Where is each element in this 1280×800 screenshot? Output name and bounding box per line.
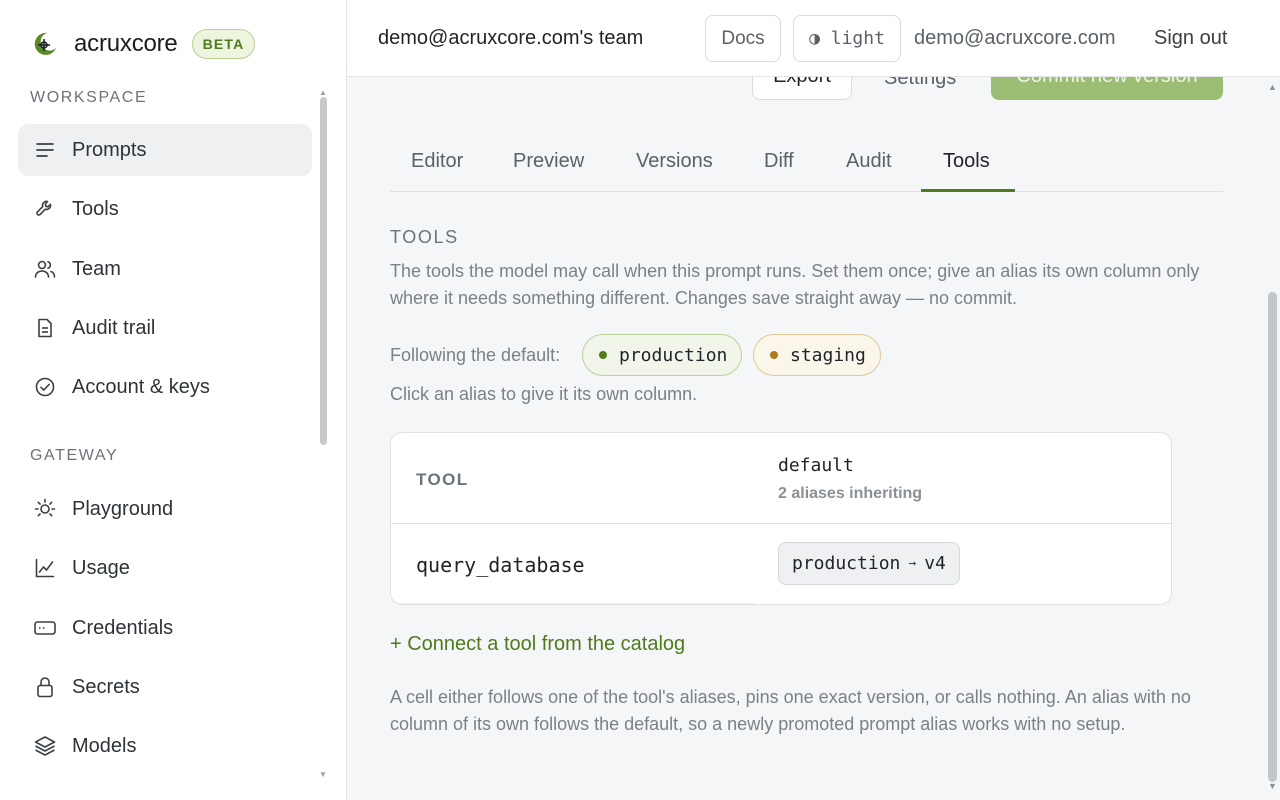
sidebar-item-secrets[interactable]: Secrets xyxy=(18,661,312,713)
arrow-right-icon: → xyxy=(908,556,917,571)
sign-out-link[interactable]: Sign out xyxy=(1154,27,1227,50)
layers-icon xyxy=(18,735,72,757)
column-header-default-subtitle: 2 aliases inheriting xyxy=(778,485,923,502)
connect-tool-link[interactable]: + Connect a tool from the catalog xyxy=(390,633,685,656)
section-label-gateway: GATEWAY xyxy=(30,447,119,464)
status-dot-icon xyxy=(599,351,607,359)
user-email: demo@acruxcore.com xyxy=(914,27,1116,49)
alias-pill-production[interactable]: production xyxy=(582,334,743,376)
tab-editor[interactable]: Editor xyxy=(411,150,463,173)
tab-diff[interactable]: Diff xyxy=(764,150,794,173)
brand[interactable]: acruxcore BETA xyxy=(30,26,256,62)
sidebar-item-label: Team xyxy=(72,257,121,280)
export-button[interactable]: Export xyxy=(752,77,852,100)
lock-icon xyxy=(18,676,72,698)
sidebar-scrollbar[interactable] xyxy=(320,97,327,445)
sidebar-item-label: Credentials xyxy=(72,616,174,639)
sidebar-item-label: Playground xyxy=(72,497,174,520)
active-tab-indicator xyxy=(921,189,1015,192)
row-underline xyxy=(391,603,755,604)
main-scrollbar[interactable] xyxy=(1268,292,1277,782)
picker-alias: production xyxy=(792,553,901,574)
tools-heading: TOOLS xyxy=(390,227,459,247)
sidebar-item-label: Tools xyxy=(72,197,119,220)
sidebar-item-label: Secrets xyxy=(72,675,140,698)
main-scroll-down-icon[interactable]: ▼ xyxy=(1268,781,1277,791)
card-icon xyxy=(18,620,72,636)
tools-table: TOOL default 2 aliases inheriting query_… xyxy=(390,432,1172,605)
column-header-default: default xyxy=(778,455,854,476)
sidebar-scroll-up-icon[interactable]: ▲ xyxy=(319,88,327,97)
alias-hint: Click an alias to give it its own column… xyxy=(390,384,698,404)
list-icon xyxy=(18,140,72,160)
acruxcore-logo-icon xyxy=(30,29,60,59)
status-dot-icon xyxy=(770,351,778,359)
sidebar: acruxcore BETA WORKSPACE Prompts Tools T… xyxy=(0,0,347,800)
sidebar-item-team[interactable]: Team xyxy=(18,243,312,295)
alias-name: production xyxy=(619,344,728,366)
settings-link[interactable]: Settings xyxy=(884,77,956,90)
sidebar-item-playground[interactable]: Playground xyxy=(18,483,312,535)
sidebar-scroll-down-icon[interactable]: ▼ xyxy=(319,770,327,779)
theme-toggle[interactable]: ◑ light xyxy=(793,15,901,62)
section-label-workspace: WORKSPACE xyxy=(30,89,148,106)
users-icon xyxy=(18,259,72,279)
commit-new-version-button[interactable]: Commit new version xyxy=(991,77,1223,100)
following-default-label: Following the default: xyxy=(390,345,561,365)
sidebar-item-label: Prompts xyxy=(72,138,147,161)
tools-footnote: A cell either follows one of the tool's … xyxy=(390,687,1191,734)
docs-button[interactable]: Docs xyxy=(705,15,781,62)
alias-name: staging xyxy=(790,344,866,366)
tab-bar: Editor Preview Versions Diff Audit Tools xyxy=(390,134,1223,192)
sun-icon xyxy=(18,498,72,520)
sidebar-item-label: Account & keys xyxy=(72,375,210,398)
sidebar-item-credentials[interactable]: Credentials xyxy=(18,602,312,654)
wrench-icon xyxy=(18,199,72,219)
line-chart-icon xyxy=(18,558,72,578)
picker-version: v4 xyxy=(924,553,946,574)
document-icon xyxy=(18,318,72,338)
tab-audit[interactable]: Audit xyxy=(846,150,892,173)
sidebar-item-models[interactable]: Models xyxy=(18,720,312,772)
tool-name-cell: query_database xyxy=(416,553,585,577)
column-header-tool: TOOL xyxy=(416,470,469,489)
divider xyxy=(391,523,1171,524)
sidebar-nav[interactable]: WORKSPACE Prompts Tools Team Audit trail xyxy=(0,84,347,800)
sidebar-item-usage[interactable]: Usage xyxy=(18,542,312,594)
sidebar-item-account-keys[interactable]: Account & keys xyxy=(18,361,312,413)
sidebar-item-label: Audit trail xyxy=(72,316,156,339)
alias-pill-staging[interactable]: staging xyxy=(753,334,881,376)
tool-version-picker[interactable]: production → v4 xyxy=(778,542,960,585)
main-content: Export Settings Commit new version Edito… xyxy=(348,77,1267,800)
beta-badge: BETA xyxy=(191,29,256,59)
sidebar-item-prompts[interactable]: Prompts xyxy=(18,124,312,176)
sidebar-item-label: Models xyxy=(72,734,137,757)
topbar: demo@acruxcore.com's team Docs ◑ light d… xyxy=(348,0,1280,77)
tab-tools[interactable]: Tools xyxy=(943,150,990,173)
sidebar-item-label: Usage xyxy=(72,556,130,579)
tab-versions[interactable]: Versions xyxy=(636,150,713,173)
team-name[interactable]: demo@acruxcore.com's team xyxy=(378,27,643,50)
brand-name: acruxcore xyxy=(74,30,178,57)
sidebar-item-tools[interactable]: Tools xyxy=(18,183,312,235)
tab-preview[interactable]: Preview xyxy=(513,150,584,173)
main-scroll-up-icon[interactable]: ▲ xyxy=(1268,82,1277,92)
tools-description: The tools the model may call when this p… xyxy=(390,261,1200,308)
check-circle-icon xyxy=(18,377,72,397)
sidebar-item-audit-trail[interactable]: Audit trail xyxy=(18,302,312,354)
